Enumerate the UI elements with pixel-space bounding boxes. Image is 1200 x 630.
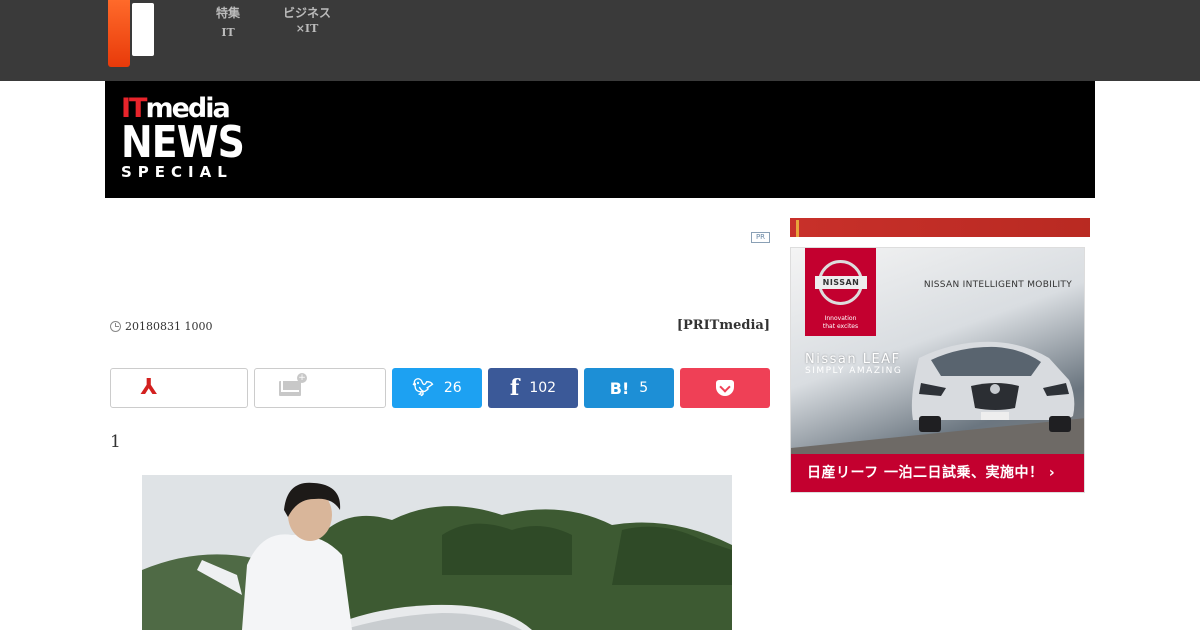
pdf-button[interactable]: ⅄ [110, 368, 248, 408]
sidebar-header-accent [796, 220, 799, 237]
mail-button[interactable] [254, 368, 386, 408]
nissan-tagline-1: Innovation [824, 315, 857, 322]
car-title: Nissan LEAF [805, 352, 901, 367]
publish-date-text: 20180831 1000 [125, 320, 213, 333]
twitter-icon: 🐦︎ [412, 378, 434, 398]
top-navigation-bar: 特集 IT ビジネス ×IT [0, 0, 1200, 81]
nissan-intelligent-mobility: NISSAN INTELLIGENT MOBILITY [923, 280, 1072, 290]
facebook-icon: f [509, 375, 520, 401]
nissan-brand-box: NISSAN Innovation that excites [805, 248, 876, 336]
hatena-icon: B! [609, 378, 630, 398]
nav-item-sublabel: ×IT [295, 22, 319, 35]
nav-item-sublabel: IT [221, 26, 235, 39]
pr-badge: PR [751, 232, 770, 243]
nissan-tagline: Innovation that excites [805, 315, 876, 331]
mail-add-icon [279, 372, 307, 396]
car-subtitle: SIMPLY AMAZING [805, 366, 903, 376]
paragraph-number: 1 [110, 432, 121, 452]
ad-cta-banner[interactable]: 日産リーフ 一泊二日試乗、実施中！ › [791, 454, 1084, 492]
brand-news: NEWS [121, 117, 245, 168]
logo-orange-block [108, 0, 130, 67]
article-photo [142, 475, 732, 630]
twitter-share-button[interactable]: 🐦︎ 26 [392, 368, 482, 408]
pdf-icon: ⅄ [140, 375, 158, 400]
nav-item-business[interactable]: ビジネス ×IT [283, 6, 331, 36]
hatena-count: 5 [639, 380, 649, 396]
hatena-bookmark-button[interactable]: B! 5 [584, 368, 674, 408]
nav-item-label: 特集 [216, 6, 241, 20]
sidebar-header-bar [790, 218, 1090, 237]
nav-item-tokushu[interactable]: 特集 IT [216, 6, 240, 40]
itmedia-logo[interactable] [108, 0, 156, 67]
nissan-logo: NISSAN [815, 260, 867, 305]
pocket-icon [716, 380, 734, 396]
article-author: [PRITmedia] [676, 318, 770, 333]
photo-illustration [142, 475, 732, 630]
twitter-count: 26 [443, 380, 462, 396]
nav-item-label: ビジネス [283, 6, 332, 20]
brand-logo: ITmedia NEWS SPECIAL [121, 95, 264, 182]
nissan-tagline-2: that excites [822, 323, 859, 330]
logo-white-block [132, 3, 154, 56]
facebook-count: 102 [529, 380, 557, 396]
facebook-share-button[interactable]: f 102 [488, 368, 578, 408]
nissan-leaf-ad[interactable]: NISSAN Innovation that excites NISSAN IN… [790, 247, 1085, 493]
clock-icon [110, 321, 121, 332]
nissan-logo-text: NISSAN [815, 276, 867, 289]
itmedia-news-special-banner[interactable]: ITmedia NEWS SPECIAL [105, 81, 1095, 198]
pocket-button[interactable] [680, 368, 770, 408]
publish-date: 20180831 1000 [110, 320, 212, 333]
